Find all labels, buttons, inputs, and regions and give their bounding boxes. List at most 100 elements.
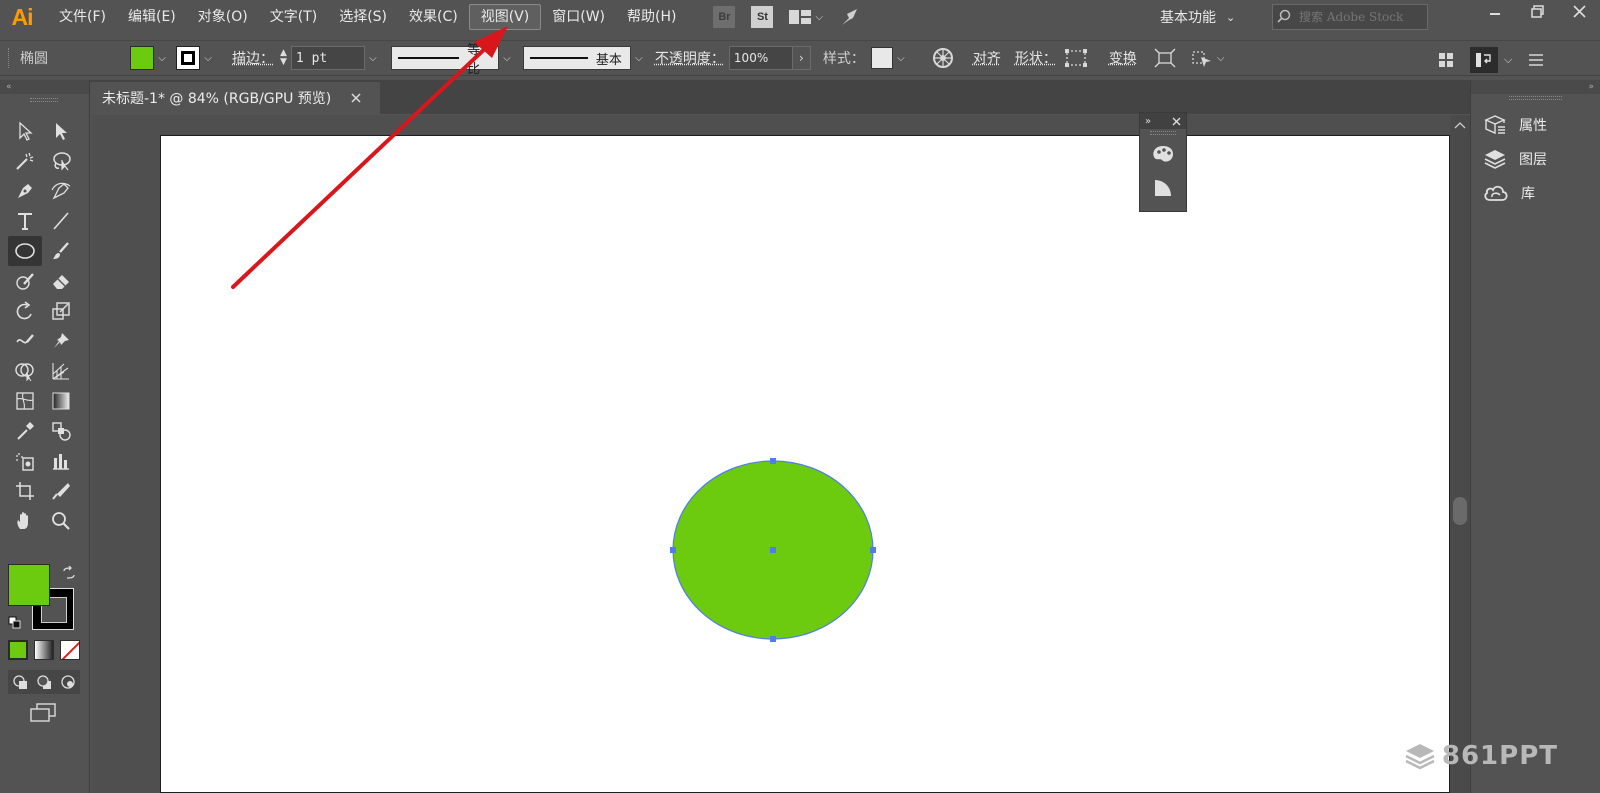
slice-tool[interactable] — [44, 476, 78, 506]
fill-dropdown[interactable]: ⌵ — [154, 46, 170, 70]
type-tool[interactable] — [8, 206, 42, 236]
panel-grip[interactable] — [1150, 131, 1176, 135]
shape-label[interactable]: 形状： — [1015, 48, 1057, 68]
panel-menu-icon[interactable] — [1528, 53, 1544, 67]
bridge-button[interactable]: Br — [713, 6, 736, 28]
panel-grip[interactable] — [8, 48, 12, 68]
pen-tool[interactable] — [8, 176, 42, 206]
eyedropper-tool[interactable] — [8, 416, 42, 446]
artboard-tool[interactable] — [8, 476, 42, 506]
line-segment-tool[interactable] — [44, 206, 78, 236]
libraries-panel-button[interactable]: 库 — [1471, 176, 1600, 210]
brush-definition[interactable]: 基本 — [522, 46, 631, 70]
draw-inside-icon[interactable] — [59, 673, 77, 691]
color-guide-button[interactable] — [1140, 137, 1186, 171]
menu-window[interactable]: 窗口(W) — [541, 4, 616, 30]
direct-selection-tool[interactable] — [44, 116, 78, 146]
stock-button[interactable]: St — [751, 6, 774, 28]
stroke-dropdown[interactable]: ⌵ — [200, 46, 216, 70]
rotate-tool[interactable] — [8, 296, 42, 326]
gpu-performance-icon[interactable] — [839, 6, 861, 28]
menu-object[interactable]: 对象(O) — [187, 4, 259, 30]
properties-panel-button[interactable]: 属性 — [1471, 108, 1600, 142]
align-link[interactable]: 对齐 — [973, 48, 1001, 68]
fill-swatch[interactable] — [8, 564, 50, 606]
hand-tool[interactable] — [8, 506, 42, 536]
swap-fill-stroke-icon[interactable] — [62, 566, 76, 580]
menu-view[interactable]: 视图(V) — [468, 4, 542, 30]
none-mode-button[interactable] — [60, 640, 80, 660]
variable-width-profile[interactable]: 等比 — [390, 43, 499, 77]
gradient-mode-button[interactable] — [34, 640, 54, 660]
selected-ellipse[interactable] — [670, 458, 876, 642]
panel-toggle-button[interactable] — [1470, 47, 1498, 73]
menu-effect[interactable]: 效果(C) — [398, 4, 469, 30]
opacity-field[interactable]: 100% — [728, 46, 793, 70]
stock-search[interactable] — [1272, 4, 1428, 30]
recolor-artwork-button[interactable] — [931, 46, 955, 70]
restore-button[interactable] — [1516, 0, 1558, 22]
opacity-label[interactable]: 不透明度： — [655, 48, 725, 68]
stroke-weight-dropdown[interactable]: ⌵ — [365, 46, 381, 70]
stroke-color-swatch[interactable] — [176, 46, 200, 70]
selection-tool[interactable] — [8, 116, 42, 146]
close-panel-icon[interactable] — [1172, 117, 1181, 126]
close-tab-icon[interactable] — [351, 93, 361, 103]
default-fill-stroke-icon[interactable] — [8, 616, 22, 630]
brush-dropdown[interactable]: ⌵ — [631, 46, 647, 70]
menu-select[interactable]: 选择(S) — [328, 4, 398, 30]
collapse-icon[interactable]: « — [6, 82, 12, 92]
isolate-object-button[interactable]: ⌵ — [1191, 47, 1225, 69]
arrange-panels-button[interactable]: ⌵ — [1438, 47, 1544, 73]
floating-panel-header[interactable]: » — [1140, 113, 1186, 129]
panel-grip[interactable] — [1509, 96, 1562, 100]
curvature-tool[interactable] — [44, 176, 78, 206]
draw-normal-icon[interactable] — [11, 673, 29, 691]
shape-builder-tool[interactable] — [8, 356, 42, 386]
puppet-warp-tool[interactable] — [44, 326, 78, 356]
expand-icon[interactable]: » — [1588, 82, 1594, 92]
scale-tool[interactable] — [44, 296, 78, 326]
fill-color-swatch[interactable] — [130, 46, 154, 70]
mesh-tool[interactable] — [8, 386, 42, 416]
ellipse-tool[interactable] — [8, 236, 42, 266]
shaper-tool[interactable] — [8, 266, 42, 296]
stroke-weight-field[interactable]: 1 pt — [290, 46, 365, 70]
blend-tool[interactable] — [44, 416, 78, 446]
stroke-weight-stepper[interactable]: ▲ ▼ — [280, 49, 287, 67]
magic-wand-tool[interactable] — [8, 146, 42, 176]
lasso-tool[interactable] — [44, 146, 78, 176]
stroke-label[interactable]: 描边： — [232, 48, 274, 68]
shape-panel-button[interactable] — [1140, 171, 1186, 205]
layers-panel-button[interactable]: 图层 — [1471, 142, 1600, 176]
tools-grip[interactable] — [30, 98, 58, 102]
ellipse-shape[interactable] — [670, 458, 876, 642]
opacity-arrow-icon[interactable]: › — [792, 46, 811, 70]
menu-help[interactable]: 帮助(H) — [616, 4, 687, 30]
warp-tool[interactable] — [8, 326, 42, 356]
column-graph-tool[interactable] — [44, 446, 78, 476]
perspective-grid-tool[interactable] — [44, 356, 78, 386]
tools-panel-header[interactable]: « — [0, 80, 89, 94]
draw-behind-icon[interactable] — [35, 673, 53, 691]
zoom-tool[interactable] — [44, 506, 78, 536]
document-tab[interactable]: 未标题-1* @ 84% (RGB/GPU 预览) — [90, 82, 380, 114]
vertical-scrollbar[interactable] — [1450, 115, 1470, 793]
search-input[interactable] — [1299, 10, 1409, 24]
paintbrush-tool[interactable] — [44, 236, 78, 266]
scrollbar-thumb[interactable] — [1453, 497, 1467, 525]
variable-width-dropdown[interactable]: ⌵ — [499, 46, 515, 70]
color-mode-button[interactable] — [8, 640, 28, 660]
transform-bounds-icon[interactable] — [1153, 47, 1177, 69]
graphic-style-dropdown[interactable]: ⌵ — [893, 46, 909, 70]
menu-file[interactable]: 文件(F) — [48, 4, 117, 30]
menu-type[interactable]: 文字(T) — [259, 4, 328, 30]
minimize-button[interactable] — [1474, 0, 1516, 22]
right-panel-header[interactable]: » — [1471, 80, 1600, 94]
shape-bounds-icon[interactable] — [1063, 48, 1089, 68]
arrange-documents-button[interactable]: ⌵ — [789, 9, 823, 25]
eraser-tool[interactable] — [44, 266, 78, 296]
menu-edit[interactable]: 编辑(E) — [117, 4, 187, 30]
workspace-switcher[interactable]: 基本功能 ⌄ — [1160, 4, 1235, 30]
graphic-style-swatch[interactable] — [870, 47, 893, 69]
